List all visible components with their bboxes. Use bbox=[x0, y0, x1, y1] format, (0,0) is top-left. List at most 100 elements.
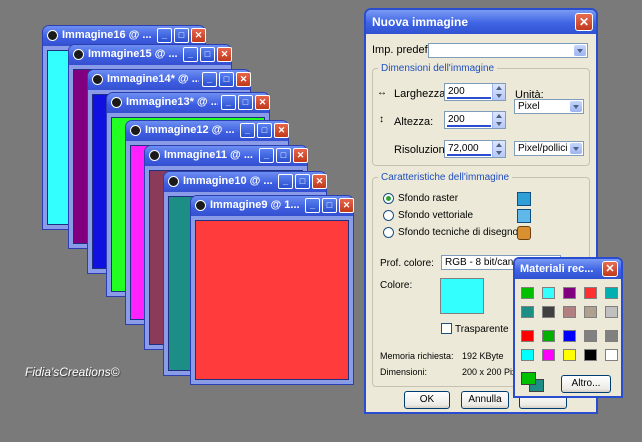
window-titlebar[interactable]: Immagine16 @ ... _ □ ✕ bbox=[43, 26, 206, 46]
close-icon[interactable]: ✕ bbox=[255, 95, 270, 110]
transparent-checkbox[interactable] bbox=[441, 323, 452, 334]
width-spinner[interactable]: 200 bbox=[444, 83, 506, 101]
close-icon[interactable]: ✕ bbox=[575, 13, 593, 31]
color-swatch[interactable] bbox=[521, 349, 534, 361]
vector-radio[interactable] bbox=[383, 210, 394, 221]
close-icon[interactable]: ✕ bbox=[274, 123, 289, 138]
maximize-icon[interactable]: □ bbox=[322, 198, 337, 213]
close-icon[interactable]: ✕ bbox=[236, 72, 251, 87]
close-icon[interactable]: ✕ bbox=[312, 174, 327, 189]
maximize-icon[interactable]: □ bbox=[200, 47, 215, 62]
raster-label: Sfondo raster bbox=[398, 193, 459, 204]
color-swatch[interactable] bbox=[584, 306, 597, 318]
spin-arrows-icon[interactable] bbox=[492, 141, 505, 157]
minimize-icon[interactable]: _ bbox=[183, 47, 198, 62]
minimize-icon[interactable]: _ bbox=[221, 95, 236, 110]
memory-value: 192 KByte bbox=[462, 351, 504, 361]
color-swatch[interactable] bbox=[584, 349, 597, 361]
color-swatch[interactable] bbox=[542, 287, 555, 299]
watermark: Fidia'sCreations© bbox=[25, 365, 120, 379]
app-icon bbox=[92, 74, 103, 85]
image-canvas[interactable] bbox=[195, 220, 349, 380]
window-titlebar[interactable]: Immagine14* @ ... _ □ ✕ bbox=[88, 70, 251, 90]
vector-label: Sfondo vettoriale bbox=[398, 210, 474, 221]
art-media-radio[interactable] bbox=[383, 227, 394, 238]
minimize-icon[interactable]: _ bbox=[259, 148, 274, 163]
units-value: Pixel bbox=[518, 101, 540, 112]
app-icon bbox=[47, 30, 58, 41]
resolution-spinner[interactable]: 72,000 bbox=[444, 140, 506, 158]
window-title: Immagine13* @ ... bbox=[126, 96, 218, 108]
minimize-icon[interactable]: _ bbox=[278, 174, 293, 189]
dialog-titlebar[interactable]: Nuova immagine ✕ bbox=[366, 10, 596, 34]
color-swatch[interactable] bbox=[584, 287, 597, 299]
width-slider-bar bbox=[447, 97, 491, 99]
background-color-swatch[interactable] bbox=[440, 278, 484, 314]
height-spinner[interactable]: 200 bbox=[444, 111, 506, 129]
color-swatch[interactable] bbox=[563, 287, 576, 299]
color-swatch[interactable] bbox=[542, 330, 555, 342]
close-icon[interactable]: ✕ bbox=[339, 198, 354, 213]
color-label: Colore: bbox=[380, 280, 413, 291]
image-window[interactable]: Immagine9 @ 1... _ □ ✕ bbox=[190, 195, 354, 385]
width-value: 200 bbox=[448, 86, 465, 97]
window-titlebar[interactable]: Immagine12 @ ... _ □ ✕ bbox=[126, 121, 289, 141]
window-title: Immagine16 @ ... bbox=[62, 29, 152, 41]
height-label: Altezza: bbox=[394, 116, 434, 128]
spin-arrows-icon[interactable] bbox=[492, 84, 505, 100]
color-swatch[interactable] bbox=[542, 349, 555, 361]
spin-arrows-icon[interactable] bbox=[492, 112, 505, 128]
color-swatch[interactable] bbox=[563, 330, 576, 342]
raster-radio[interactable] bbox=[383, 193, 394, 204]
close-icon[interactable]: ✕ bbox=[217, 47, 232, 62]
minimize-icon[interactable]: _ bbox=[240, 123, 255, 138]
minimize-icon[interactable]: _ bbox=[157, 28, 172, 43]
maximize-icon[interactable]: □ bbox=[174, 28, 189, 43]
color-swatch[interactable] bbox=[542, 306, 555, 318]
recent-materials-palette: Materiali rec... ✕ Altro... bbox=[513, 257, 623, 398]
color-swatch[interactable] bbox=[605, 287, 618, 299]
app-icon bbox=[73, 49, 84, 60]
app-icon bbox=[168, 176, 179, 187]
minimize-icon[interactable]: _ bbox=[305, 198, 320, 213]
features-group-label: Caratteristiche dell'immagine bbox=[378, 172, 513, 183]
maximize-icon[interactable]: □ bbox=[238, 95, 253, 110]
minimize-icon[interactable]: _ bbox=[202, 72, 217, 87]
dialog-title: Nuova immagine bbox=[372, 15, 469, 29]
materials-title: Materiali rec... bbox=[520, 263, 594, 275]
color-swatch[interactable] bbox=[521, 306, 534, 318]
maximize-icon[interactable]: □ bbox=[219, 72, 234, 87]
window-titlebar[interactable]: Immagine15 @ ... _ □ ✕ bbox=[69, 45, 232, 65]
color-depth-label: Prof. colore: bbox=[380, 258, 434, 269]
window-titlebar[interactable]: Immagine11 @ ... _ □ ✕ bbox=[145, 146, 308, 166]
window-titlebar[interactable]: Immagine13* @ ... _ □ ✕ bbox=[107, 93, 270, 113]
window-titlebar[interactable]: Immagine10 @ ... _ □ ✕ bbox=[164, 172, 327, 192]
color-swatch[interactable] bbox=[605, 306, 618, 318]
close-icon[interactable]: ✕ bbox=[191, 28, 206, 43]
color-swatch[interactable] bbox=[605, 349, 618, 361]
foreground-color-swatch[interactable] bbox=[521, 372, 536, 385]
height-slider-bar bbox=[447, 125, 491, 127]
chevron-down-icon bbox=[574, 45, 586, 56]
color-swatch[interactable] bbox=[584, 330, 597, 342]
maximize-icon[interactable]: □ bbox=[295, 174, 310, 189]
resolution-units-select[interactable]: Pixel/pollici bbox=[514, 141, 584, 156]
window-titlebar[interactable]: Immagine9 @ 1... _ □ ✕ bbox=[191, 196, 354, 216]
ok-button[interactable]: OK bbox=[404, 391, 450, 409]
maximize-icon[interactable]: □ bbox=[276, 148, 291, 163]
window-title: Immagine14* @ ... bbox=[107, 73, 199, 85]
preset-select[interactable] bbox=[428, 43, 588, 58]
preset-label: Imp. predef.: bbox=[372, 44, 434, 56]
cancel-button[interactable]: Annulla bbox=[461, 391, 509, 409]
color-swatch[interactable] bbox=[605, 330, 618, 342]
maximize-icon[interactable]: □ bbox=[257, 123, 272, 138]
close-icon[interactable]: ✕ bbox=[602, 261, 618, 277]
color-swatch[interactable] bbox=[563, 349, 576, 361]
color-swatch[interactable] bbox=[521, 330, 534, 342]
units-select[interactable]: Pixel bbox=[514, 99, 584, 114]
other-button[interactable]: Altro... bbox=[561, 375, 611, 393]
close-icon[interactable]: ✕ bbox=[293, 148, 308, 163]
color-swatch[interactable] bbox=[521, 287, 534, 299]
color-swatch[interactable] bbox=[563, 306, 576, 318]
materials-titlebar[interactable]: Materiali rec... ✕ bbox=[515, 259, 621, 279]
